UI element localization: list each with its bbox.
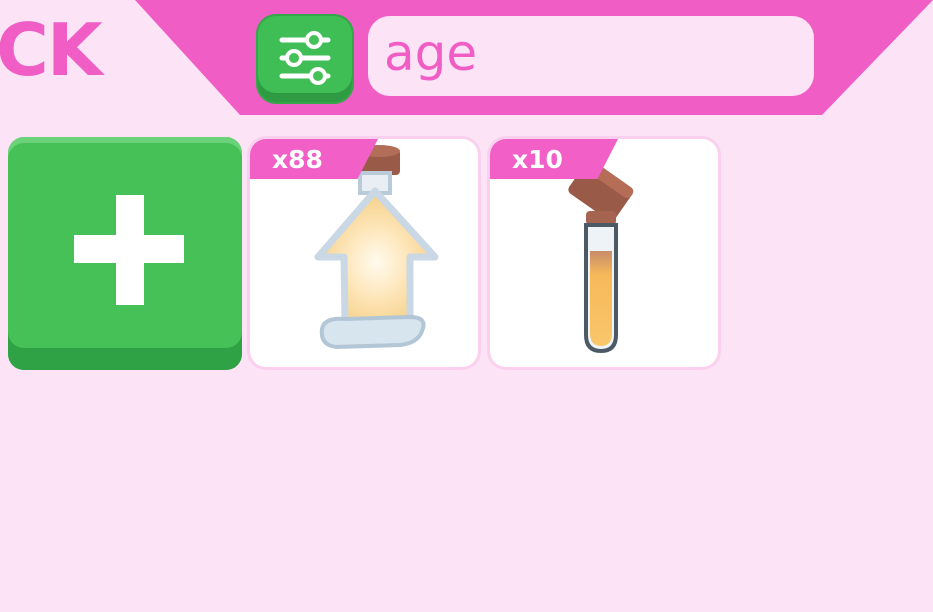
sliders-icon bbox=[279, 31, 331, 85]
page-title: CK bbox=[0, 8, 103, 92]
search-input[interactable]: age bbox=[368, 16, 814, 96]
item-count-badge: x10 bbox=[490, 139, 618, 179]
inventory-item-card[interactable]: x88 bbox=[250, 139, 478, 367]
filter-button[interactable] bbox=[258, 16, 352, 102]
search-input-value: age bbox=[384, 24, 478, 82]
item-count-badge: x88 bbox=[250, 139, 378, 179]
add-item-button[interactable] bbox=[8, 137, 242, 370]
inventory-item-card[interactable]: x10 bbox=[490, 139, 718, 367]
